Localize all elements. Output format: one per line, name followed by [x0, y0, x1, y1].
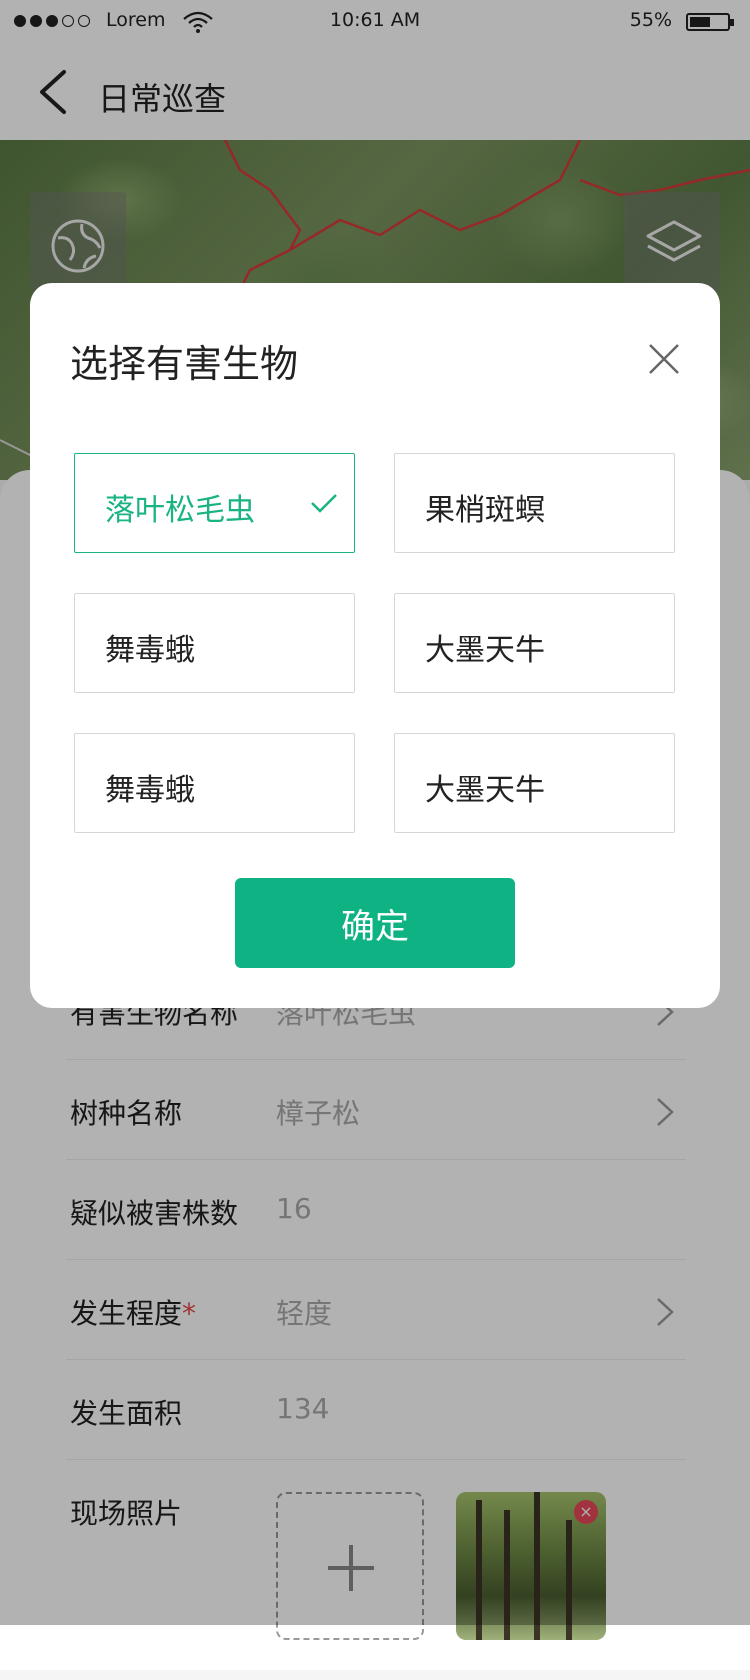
confirm-button[interactable]: 确定 — [235, 878, 515, 968]
option-label: 果梢斑螟 — [425, 493, 545, 528]
pest-option[interactable]: 舞毒蛾 — [74, 593, 355, 693]
option-label: 大墨天牛 — [425, 773, 545, 808]
option-label: 落叶松毛虫 — [105, 493, 255, 528]
pest-option[interactable]: 大墨天牛 — [394, 733, 675, 833]
pest-option[interactable]: 落叶松毛虫 — [74, 453, 355, 553]
option-label: 舞毒蛾 — [105, 773, 195, 808]
pest-option[interactable]: 果梢斑螟 — [394, 453, 675, 553]
close-icon[interactable] — [648, 343, 680, 375]
pest-option[interactable]: 舞毒蛾 — [74, 733, 355, 833]
dialog-title: 选择有害生物 — [70, 342, 299, 386]
select-pest-dialog: 选择有害生物 落叶松毛虫 果梢斑螟 舞毒蛾 大墨天牛 舞毒蛾 大墨天牛 确定 — [30, 283, 720, 1008]
option-label: 舞毒蛾 — [105, 633, 195, 668]
pest-option[interactable]: 大墨天牛 — [394, 593, 675, 693]
option-label: 大墨天牛 — [425, 633, 545, 668]
check-icon — [311, 494, 337, 513]
